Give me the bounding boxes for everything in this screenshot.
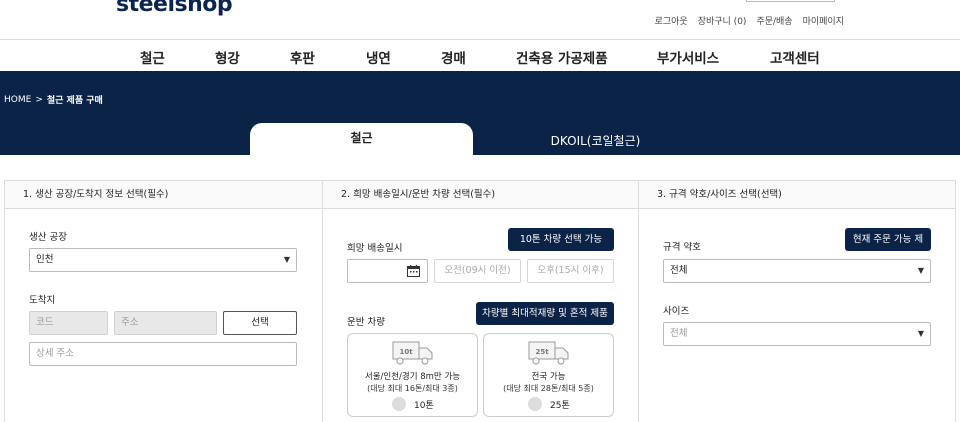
nav-customer-center[interactable]: 고객센터	[770, 47, 820, 67]
nav-plate[interactable]: 후판	[290, 47, 315, 67]
factory-select[interactable]: 인천 ▼	[29, 248, 297, 272]
truck-25t-radio[interactable]	[528, 397, 542, 411]
tab-dkoil[interactable]: DKOIL(코일철근)	[484, 123, 707, 156]
hero-band: HOME > 철근 제품 구매 철근 DKOIL(코일철근)	[0, 71, 960, 156]
logout-link[interactable]: 로그아웃	[655, 14, 688, 27]
section2-title: 2. 희망 배송일시/운반 차량 선택(필수)	[323, 181, 638, 209]
truck-25t-value: 25톤	[550, 401, 570, 411]
truck-icon: 10t	[392, 341, 433, 365]
tab-rebar[interactable]: 철근	[250, 123, 473, 156]
top-search-box[interactable]	[746, 0, 835, 2]
section-spec-size: 3. 규격 약호/사이즈 선택(선택) 규격 약호 현재 주문 가능 제품 전체…	[638, 181, 955, 422]
truck-card-10t[interactable]: 10t 서울/인천/경기 8m만 가능 (대당 최대 16톤/최대 3종) 10…	[347, 333, 478, 417]
select-address-button[interactable]: 선택	[223, 311, 297, 335]
logo[interactable]: steelshop	[116, 0, 233, 17]
size-select-value: 전체	[670, 328, 688, 339]
section3-title: 3. 규격 약호/사이즈 선택(선택)	[639, 181, 955, 209]
truck-10t-value: 10톤	[414, 401, 434, 411]
truck-25t-limit: (대당 최대 28톤/최대 5종)	[503, 384, 594, 393]
breadcrumb-separator: >	[35, 94, 43, 105]
order-panels: 1. 생산 공장/도착지 정보 선택(필수) 생산 공장 인천 ▼ 도착지 코드…	[4, 180, 956, 422]
truck-25t-region: 전국 가능	[531, 372, 566, 382]
size-select[interactable]: 전체 ▼	[663, 322, 931, 346]
nav-section-steel[interactable]: 형강	[215, 47, 240, 67]
truck-card-25t[interactable]: 25t 전국 가능 (대당 최대 28톤/최대 5종) 25톤	[483, 333, 614, 417]
spec-select[interactable]: 전체 ▼	[663, 259, 931, 283]
caret-down-icon: ▼	[283, 255, 290, 264]
delivery-date-input[interactable]	[347, 259, 428, 283]
truck-badge-25t: 25t	[535, 348, 549, 356]
truck-badge-10t: 10t	[399, 348, 413, 356]
destination-label: 도착지	[29, 295, 56, 306]
available-products-button[interactable]: 현재 주문 가능 제품	[845, 228, 931, 268]
nav-construction-products[interactable]: 건축용 가공제품	[516, 47, 608, 67]
code-field[interactable]: 코드	[29, 311, 108, 335]
vehicle-capacity-button[interactable]: 차량별 최대적재량 및 혼적 제품수	[476, 302, 614, 342]
breadcrumb-home[interactable]: HOME	[4, 95, 31, 105]
breadcrumb: HOME > 철근 제품 구매	[4, 93, 103, 107]
section-delivery-vehicle: 2. 희망 배송일시/운반 차량 선택(필수) 희망 배송일시 10톤 차량 선…	[322, 181, 638, 422]
morning-option[interactable]: 오전(09시 이전)	[434, 259, 521, 283]
mypage-link[interactable]: 마이페이지	[803, 14, 844, 27]
calendar-icon[interactable]	[407, 265, 420, 277]
afternoon-option[interactable]: 오후(15시 이후)	[527, 259, 614, 283]
size-label: 사이즈	[663, 306, 690, 317]
section-factory-destination: 1. 생산 공장/도착지 정보 선택(필수) 생산 공장 인천 ▼ 도착지 코드…	[5, 181, 322, 422]
spec-select-value: 전체	[670, 265, 688, 276]
truck-10t-radio[interactable]	[392, 397, 406, 411]
caret-down-icon: ▼	[917, 266, 924, 275]
order-delivery-link[interactable]: 주문/배송	[756, 14, 792, 27]
spec-label: 규격 약호	[663, 242, 701, 253]
nav-extra-services[interactable]: 부가서비스	[657, 47, 719, 67]
address-field[interactable]: 주소	[114, 311, 217, 335]
main-nav: 철근 형강 후판 냉연 경매 건축용 가공제품 부가서비스 고객센터	[0, 40, 960, 72]
nav-auction[interactable]: 경매	[441, 47, 466, 67]
detail-address-field[interactable]: 상세 주소	[29, 342, 297, 366]
cart-link[interactable]: 장바구니 (0)	[698, 14, 747, 27]
10t-available-dates-button[interactable]: 10톤 차량 선택 가능 일시	[508, 228, 614, 268]
nav-cold-rolled[interactable]: 냉연	[366, 47, 391, 67]
truck-10t-region: 서울/인천/경기 8m만 가능	[364, 372, 461, 382]
delivery-date-label: 희망 배송일시	[347, 243, 403, 254]
section1-title: 1. 생산 공장/도착지 정보 선택(필수)	[5, 181, 322, 209]
top-bar: steelshop 로그아웃 장바구니 (0) 주문/배송 마이페이지	[0, 0, 960, 40]
vehicle-label: 운반 차량	[347, 317, 385, 328]
truck-10t-limit: (대당 최대 16톤/최대 3종)	[367, 384, 458, 393]
caret-down-icon: ▼	[917, 329, 924, 338]
factory-select-value: 인천	[36, 254, 54, 265]
factory-label: 생산 공장	[29, 232, 67, 243]
breadcrumb-current: 철근 제품 구매	[46, 96, 103, 106]
utility-menu: 로그아웃 장바구니 (0) 주문/배송 마이페이지	[655, 14, 844, 27]
nav-rebar[interactable]: 철근	[140, 47, 165, 67]
truck-icon: 25t	[528, 341, 569, 365]
